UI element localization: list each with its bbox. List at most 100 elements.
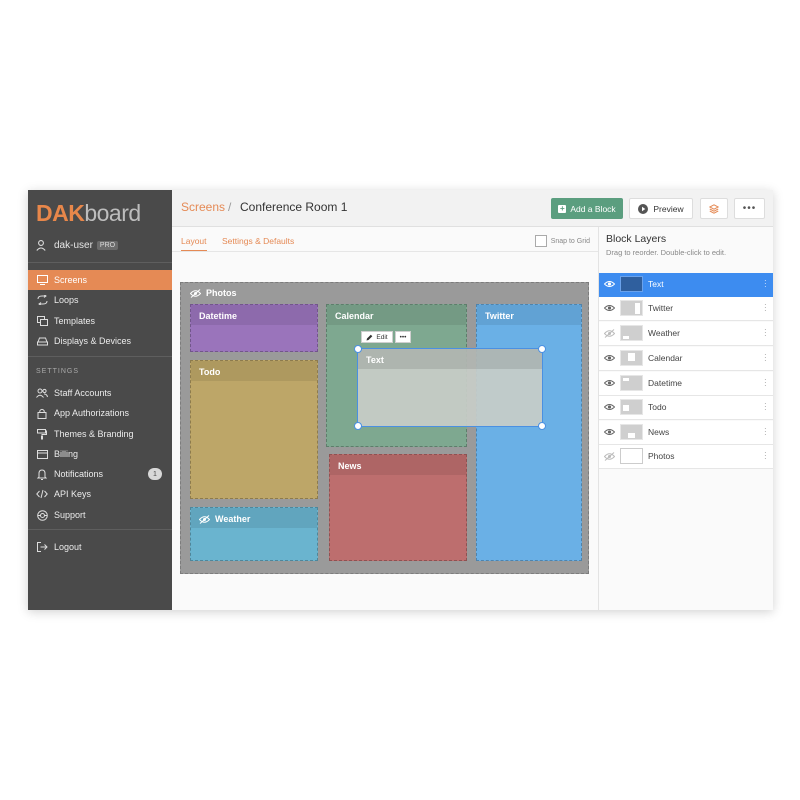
more-options-button[interactable]: •••: [734, 198, 765, 219]
sidebar-item-label: Staff Accounts: [54, 388, 112, 398]
sidebar-divider: [28, 529, 172, 530]
layer-name: Todo: [648, 402, 667, 412]
layers-toggle-button[interactable]: [700, 198, 728, 219]
resize-handle-bottom-left[interactable]: [354, 422, 362, 430]
screens-icon: [36, 274, 48, 286]
layer-name: Photos: [648, 451, 675, 461]
layers-icon: [709, 203, 719, 214]
code-icon: [36, 488, 48, 500]
panel-title: Block Layers: [606, 233, 667, 245]
tab-layout[interactable]: Layout: [181, 236, 207, 251]
sidebar-item-label: Templates: [54, 316, 96, 326]
sidebar-divider: [28, 262, 172, 263]
add-block-button[interactable]: + Add a Block: [551, 198, 623, 219]
sidebar-item-label: Support: [54, 510, 86, 520]
top-header: Screens / Conference Room 1 + Add a Bloc…: [172, 190, 773, 227]
eye-icon[interactable]: [604, 428, 615, 436]
logout-icon: [36, 541, 48, 553]
plus-icon: +: [558, 203, 567, 213]
users-icon: [36, 387, 48, 399]
twitter-block[interactable]: Twitter: [476, 304, 582, 561]
edit-label: Edit: [376, 333, 388, 341]
drag-handle-icon[interactable]: · · ·: [764, 277, 767, 291]
sidebar-item-loops[interactable]: Loops: [28, 290, 172, 310]
drag-handle-icon[interactable]: · · ·: [764, 351, 767, 365]
layer-item-datetime[interactable]: Datetime · · ·: [599, 372, 773, 396]
breadcrumb-separator: /: [228, 200, 232, 214]
layer-item-news[interactable]: News · · ·: [599, 421, 773, 445]
sidebar-item-app-authorizations[interactable]: App Authorizations: [28, 403, 172, 423]
loop-icon: [36, 294, 48, 306]
eye-icon[interactable]: [604, 304, 615, 312]
edit-block-button[interactable]: Edit: [361, 331, 393, 343]
datetime-block[interactable]: Datetime: [190, 304, 318, 352]
sidebar-item-notifications[interactable]: Notifications 1: [28, 464, 172, 484]
layout-canvas[interactable]: Photos Datetime Todo Weather Calendar Ne…: [180, 282, 589, 574]
block-label: Text: [366, 355, 384, 365]
eye-slash-icon[interactable]: [604, 329, 615, 338]
eye-icon[interactable]: [604, 403, 615, 411]
eye-icon[interactable]: [604, 280, 615, 288]
sidebar-item-label: Themes & Branding: [54, 429, 134, 439]
user-account[interactable]: dak-user PRO: [36, 240, 119, 251]
text-block-selected[interactable]: Text: [354, 345, 546, 430]
sidebar-item-label: Displays & Devices: [54, 336, 132, 346]
templates-icon: [36, 315, 48, 327]
layer-item-twitter[interactable]: Twitter · · ·: [599, 297, 773, 321]
layer-name: News: [648, 427, 670, 437]
layer-item-weather[interactable]: Weather · · ·: [599, 322, 773, 346]
snap-to-grid[interactable]: Snap to Grid: [534, 235, 590, 247]
sidebar-item-displays[interactable]: Displays & Devices: [28, 331, 172, 351]
preview-button[interactable]: Preview: [629, 198, 693, 219]
eye-icon[interactable]: [604, 354, 615, 362]
snap-checkbox[interactable]: [534, 235, 547, 247]
sidebar-item-themes[interactable]: Themes & Branding: [28, 424, 172, 444]
drag-handle-icon[interactable]: · · ·: [764, 449, 767, 463]
layer-item-calendar[interactable]: Calendar · · ·: [599, 347, 773, 371]
dakboard-logo[interactable]: DAK board: [36, 198, 141, 228]
drag-handle-icon[interactable]: · · ·: [764, 376, 767, 390]
news-block[interactable]: News: [329, 454, 467, 561]
drag-handle-icon[interactable]: · · ·: [764, 400, 767, 414]
layer-item-text[interactable]: Text · · ·: [599, 273, 773, 297]
block-more-button[interactable]: •••: [395, 331, 411, 343]
breadcrumb-screens[interactable]: Screens: [181, 200, 225, 214]
block-layers-panel: Block Layers Drag to reorder. Double-cli…: [598, 227, 773, 610]
sidebar-item-logout[interactable]: Logout: [28, 537, 172, 557]
logo-dak: DAK: [36, 199, 85, 226]
sidebar-item-screens[interactable]: Screens: [28, 270, 172, 290]
layer-item-todo[interactable]: Todo · · ·: [599, 396, 773, 420]
credit-card-icon: [36, 448, 48, 460]
layer-thumbnail: [620, 325, 643, 341]
eye-slash-icon[interactable]: [604, 452, 615, 461]
resize-handle-bottom-right[interactable]: [538, 422, 546, 430]
drag-handle-icon[interactable]: · · ·: [764, 301, 767, 315]
sidebar-item-api-keys[interactable]: API Keys: [28, 484, 172, 504]
sidebar-item-billing[interactable]: Billing: [28, 444, 172, 464]
layer-thumbnail: [620, 375, 643, 391]
todo-block[interactable]: Todo: [190, 360, 318, 499]
tab-settings-defaults[interactable]: Settings & Defaults: [222, 236, 294, 246]
layer-item-photos[interactable]: Photos · · ·: [599, 445, 773, 469]
photos-background-label: Photos: [190, 288, 237, 298]
layer-thumbnail: [620, 276, 643, 292]
user-name: dak-user: [54, 240, 93, 251]
sidebar-item-staff-accounts[interactable]: Staff Accounts: [28, 383, 172, 403]
eye-slash-icon: [199, 514, 210, 524]
weather-block[interactable]: Weather: [190, 507, 318, 561]
photos-label: Photos: [206, 288, 237, 298]
block-edit-toolbar: Edit •••: [361, 331, 411, 343]
resize-handle-top-left[interactable]: [354, 345, 362, 353]
page-title: Conference Room 1: [240, 200, 348, 214]
panel-subtitle: Drag to reorder. Double-click to edit.: [606, 248, 727, 257]
sidebar-item-support[interactable]: Support: [28, 505, 172, 525]
editor-tabs: Layout Settings & Defaults Snap to Grid: [172, 227, 598, 252]
resize-handle-top-right[interactable]: [538, 345, 546, 353]
layer-name: Weather: [648, 328, 680, 338]
drag-handle-icon[interactable]: · · ·: [764, 425, 767, 439]
sidebar-item-templates[interactable]: Templates: [28, 311, 172, 331]
eye-icon[interactable]: [604, 379, 615, 387]
drag-handle-icon[interactable]: · · ·: [764, 326, 767, 340]
layer-thumbnail: [620, 300, 643, 316]
block-label: Todo: [199, 367, 221, 377]
